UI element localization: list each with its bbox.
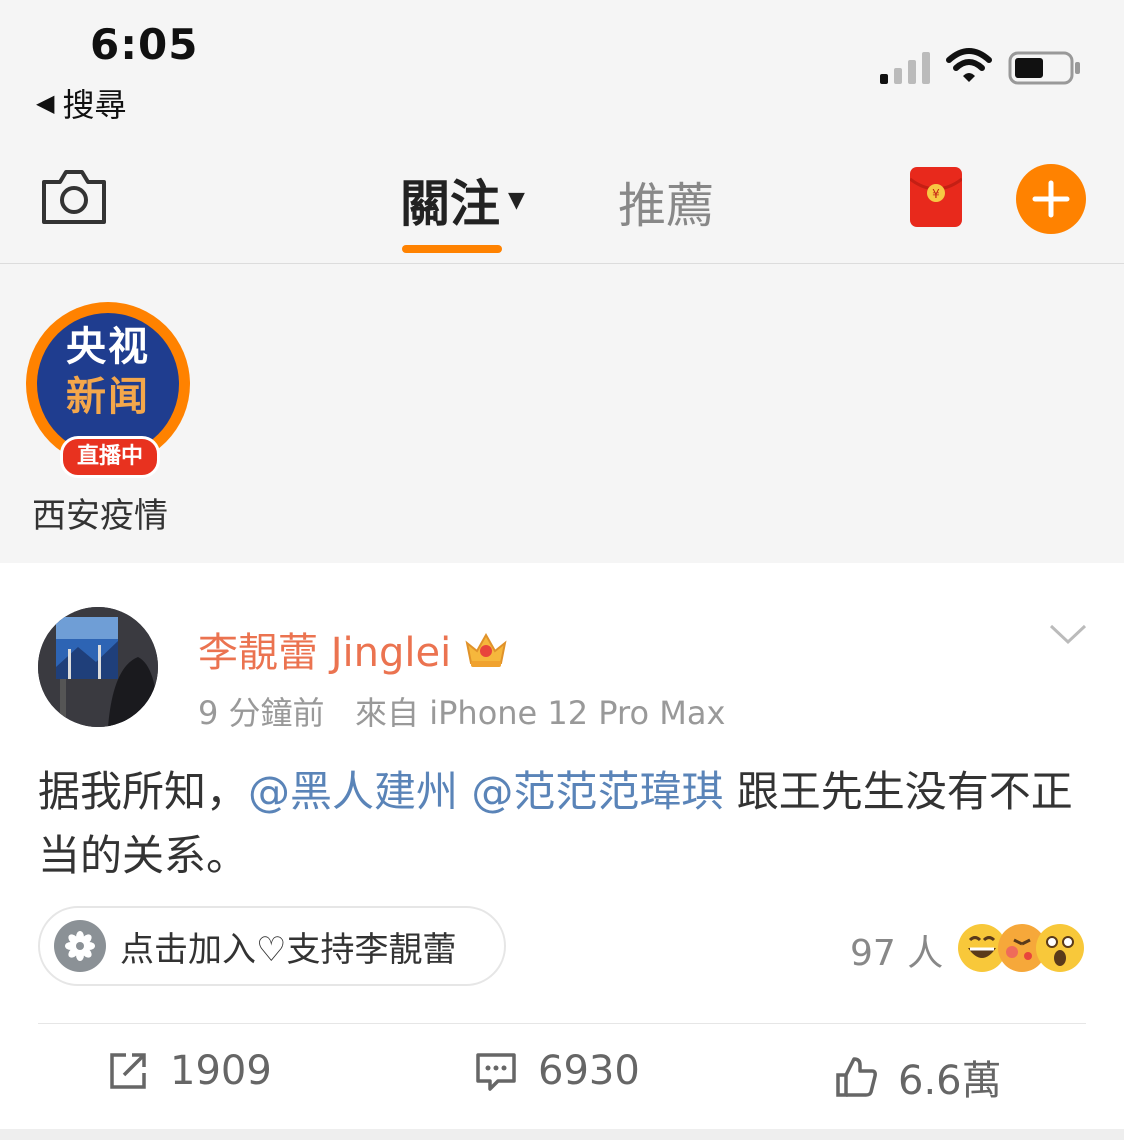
tab-follow-label: 關注 — [400, 175, 500, 233]
chevron-down-icon[interactable] — [1048, 620, 1088, 648]
repost-count: 1909 — [170, 1048, 272, 1094]
repost-button[interactable]: 1909 — [106, 1048, 272, 1094]
active-tab-indicator — [402, 245, 502, 253]
comment-count: 6930 — [538, 1048, 640, 1094]
avatar-photo — [38, 607, 158, 727]
support-join-button[interactable]: 点击加入♡支持李靚蕾 — [38, 906, 506, 986]
comment-icon — [476, 1053, 516, 1091]
mention-link[interactable]: @范范范瑋琪 — [471, 767, 723, 816]
nav-divider — [0, 263, 1124, 264]
back-to-search[interactable]: ◀ 搜尋 — [36, 80, 126, 126]
card-divider — [38, 1023, 1086, 1024]
red-packet-icon[interactable]: ¥ — [910, 167, 962, 227]
post-body: 据我所知，@黑人建州 @范范范瑋琪 跟王先生没有不正当的关系。 — [38, 760, 1088, 888]
support-label: 点击加入♡支持李靚蕾 — [120, 929, 457, 970]
back-arrow-icon: ◀ — [36, 89, 55, 117]
cctv-logo-line1: 央视 — [66, 324, 150, 370]
repost-icon — [110, 1053, 146, 1089]
reactor-count[interactable]: 97 人 — [850, 924, 943, 976]
reaction-emojis[interactable] — [956, 922, 1086, 974]
like-count: 6.6萬 — [898, 1058, 1002, 1104]
feed-separator — [0, 1129, 1124, 1140]
wifi-icon — [946, 48, 992, 82]
mention-link[interactable]: @黑人建州 — [248, 767, 458, 816]
flower-icon — [54, 920, 106, 972]
thumbs-up-icon — [836, 1057, 877, 1097]
surprised-emoji-icon — [1036, 924, 1084, 972]
camera-icon[interactable] — [38, 166, 110, 226]
caret-down-icon: ▼ — [508, 187, 525, 213]
tab-recommend[interactable]: 推薦 — [618, 166, 714, 236]
live-badge: 直播中 — [60, 436, 160, 478]
cctv-logo-line2: 新闻 — [66, 374, 150, 420]
comment-button[interactable]: 6930 — [474, 1048, 640, 1094]
battery-icon — [1008, 51, 1080, 85]
post-meta: 9 分鐘前 來自 iPhone 12 Pro Max — [198, 694, 726, 732]
plus-icon — [1032, 180, 1070, 218]
status-time: 6:05 — [90, 20, 199, 69]
tab-follow[interactable]: 關注 ▼ — [400, 164, 525, 236]
vip-crown-icon — [465, 632, 507, 667]
body-prefix: 据我所知， — [38, 767, 249, 816]
cellular-signal-icon — [880, 52, 930, 84]
author-name-row[interactable]: 李靚蕾 Jinglei — [198, 620, 509, 678]
svg-text:¥: ¥ — [932, 187, 940, 201]
author-name: 李靚蕾 Jinglei — [198, 630, 452, 676]
author-avatar[interactable] — [38, 607, 158, 727]
add-post-button[interactable] — [1016, 164, 1086, 234]
story-label[interactable]: 西安疫情 — [32, 488, 168, 537]
like-button[interactable]: 6.6萬 — [834, 1048, 1002, 1106]
cctv-logo-text: 央视 新闻 — [38, 322, 178, 422]
back-label: 搜尋 — [62, 86, 127, 124]
